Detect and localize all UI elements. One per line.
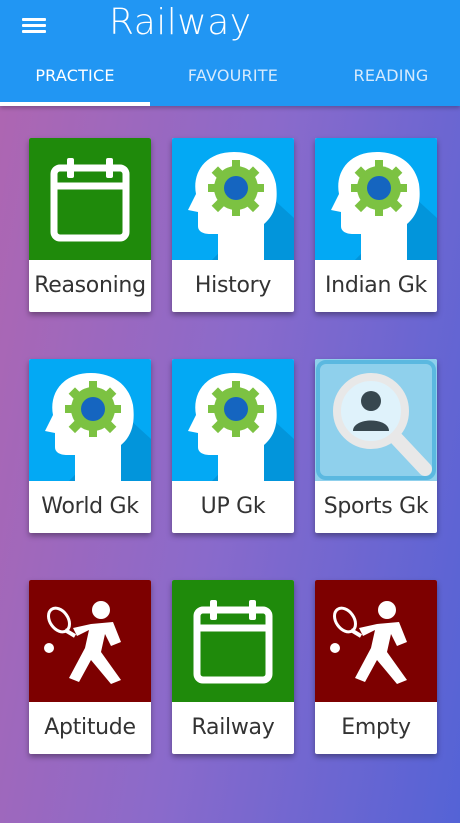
category-tile-reasoning[interactable]: Reasoning: [29, 138, 151, 312]
category-label: Aptitude: [44, 715, 136, 740]
category-label: Railway: [191, 715, 275, 740]
magnifier-person-icon: [315, 359, 437, 481]
calendar-icon: [172, 580, 294, 702]
category-tile-empty[interactable]: Empty: [315, 580, 437, 754]
tab-practice[interactable]: PRACTICE: [0, 52, 150, 102]
category-label: History: [194, 273, 272, 298]
category-label: Empty: [341, 715, 411, 740]
category-tile-railway[interactable]: Railway: [172, 580, 294, 754]
brain-gear-head-icon: [172, 138, 294, 260]
tennis-player-icon: [315, 580, 437, 702]
category-tile-history[interactable]: History: [172, 138, 294, 312]
tab-favourite[interactable]: FAVOURITE: [158, 52, 308, 102]
category-tile-up-gk[interactable]: UP Gk: [172, 359, 294, 533]
category-label: UP Gk: [200, 494, 266, 519]
brain-gear-head-icon: [172, 359, 294, 481]
category-label: World Gk: [41, 494, 139, 519]
brain-gear-head-icon: [315, 138, 437, 260]
category-tile-sports-gk[interactable]: Sports Gk: [315, 359, 437, 533]
tab-indicator: [0, 102, 150, 106]
category-label: Reasoning: [34, 273, 146, 298]
app-bar: Railway PRACTICE FAVOURITE READING: [0, 0, 460, 106]
category-tile-aptitude[interactable]: Aptitude: [29, 580, 151, 754]
tab-reading[interactable]: READING: [316, 52, 460, 102]
tennis-player-icon: [29, 580, 151, 702]
brain-gear-head-icon: [29, 359, 151, 481]
category-label: Sports Gk: [323, 494, 429, 519]
app-title: Railway: [109, 2, 252, 43]
category-tile-world-gk[interactable]: World Gk: [29, 359, 151, 533]
tab-bar: PRACTICE FAVOURITE READING: [0, 52, 460, 106]
category-label: Indian Gk: [324, 273, 427, 298]
calendar-icon: [29, 138, 151, 260]
category-tile-indian-gk[interactable]: Indian Gk: [315, 138, 437, 312]
hamburger-menu-icon[interactable]: [20, 14, 48, 38]
